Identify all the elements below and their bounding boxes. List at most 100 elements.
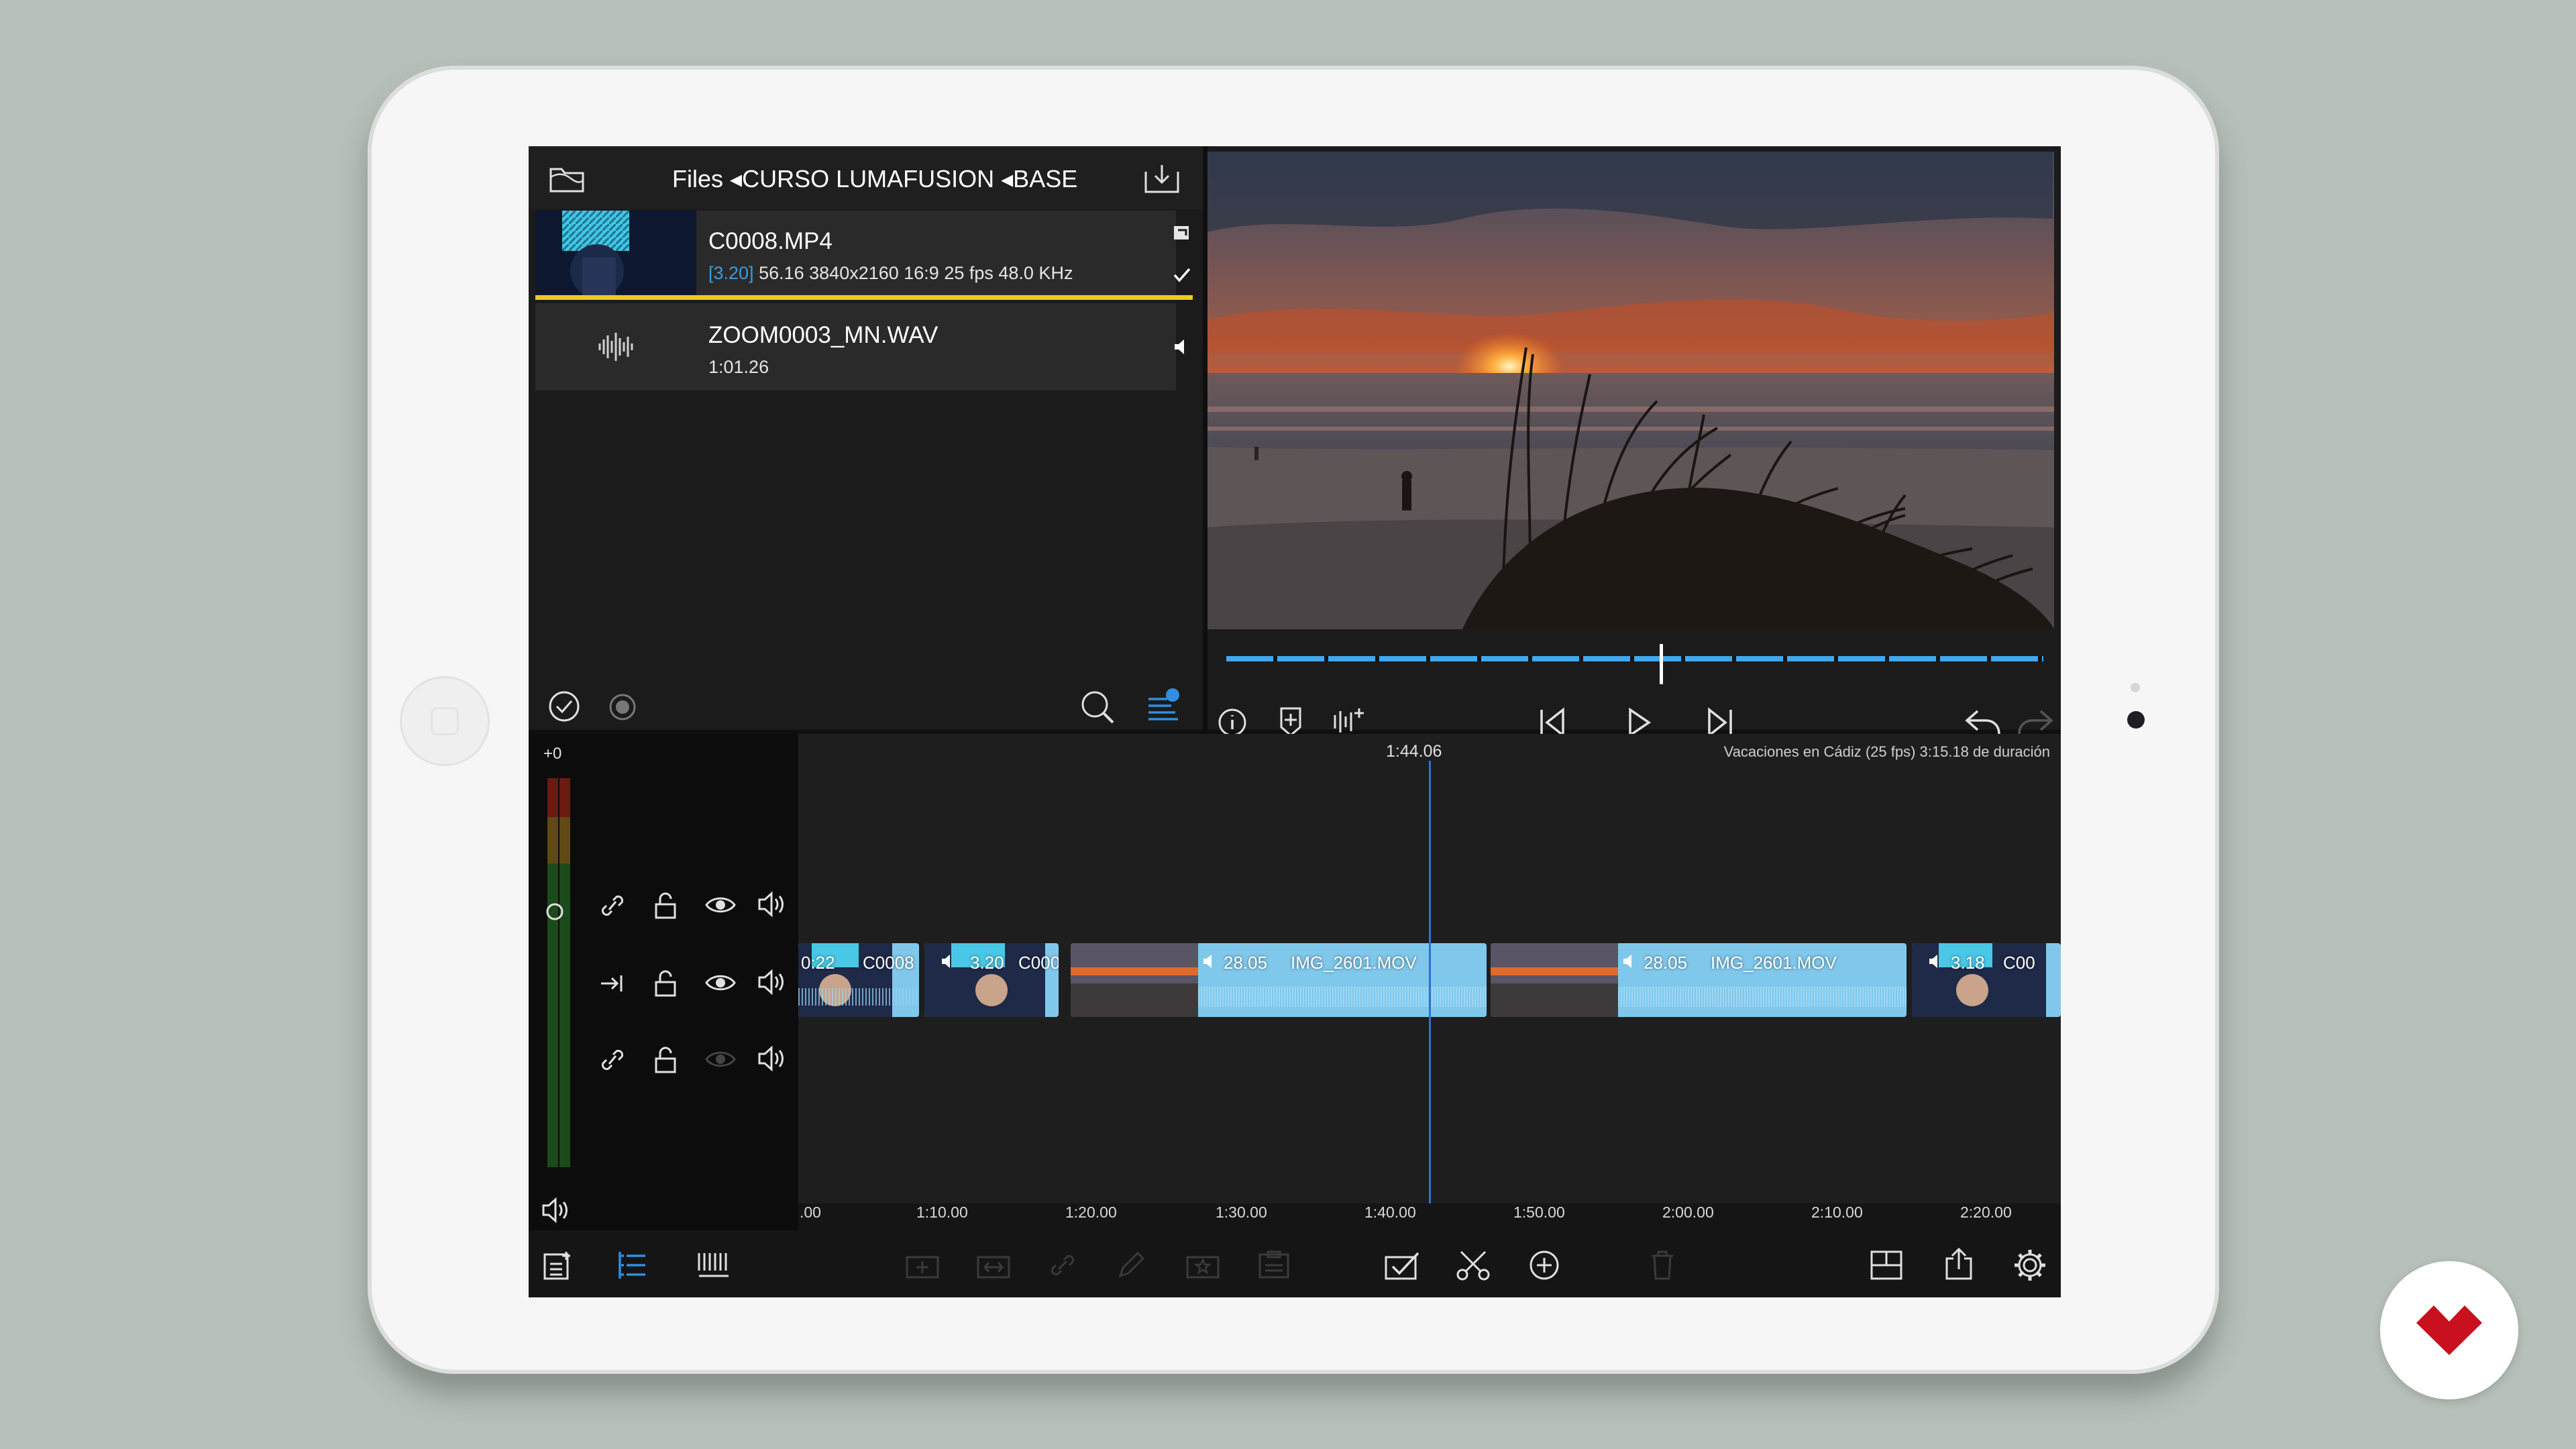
clip-name: C000: [1018, 953, 1059, 973]
audio-waveform: [798, 988, 919, 1006]
clip-name: IMG_2601.MOV: [1711, 953, 1837, 973]
ruler-label: 1:20.00: [1065, 1203, 1117, 1221]
track-volume-icon[interactable]: [757, 1045, 786, 1072]
timeline: +0 Vacaciones en Cádiz (25 fps) 3:15.18 …: [529, 734, 2061, 1230]
bottom-toolbar: [529, 1230, 2061, 1297]
clip-meta-text: 56.16 3840x2160 16:9 25 fps 48.0 KHz: [759, 263, 1073, 283]
clip-audio-icon: [1623, 955, 1631, 968]
preview-toolbar: [1208, 644, 2061, 738]
visibility-icon[interactable]: [704, 971, 737, 994]
ruler-label: 2:20.00: [1960, 1203, 2012, 1221]
clip-meta: [3.20] 56.16 3840x2160 16:9 25 fps 48.0 …: [708, 263, 1073, 284]
clip-name: C00: [2003, 953, 2035, 973]
speaker-icon: [1175, 339, 1184, 354]
timeline-area[interactable]: Vacaciones en Cádiz (25 fps) 3:15.18 de …: [798, 734, 2061, 1230]
time-ruler[interactable]: .00 1:10.00 1:20.00 1:30.00 1:40.00 1:50…: [798, 1203, 2061, 1230]
preview-panel: [1208, 146, 2061, 738]
clip-audio-icon: [1929, 955, 1937, 968]
brand-logo-badge: [2380, 1261, 2518, 1399]
selection-indicator: [535, 295, 1193, 300]
layout-icon[interactable]: [1869, 1249, 1904, 1281]
track-volume-icon[interactable]: [757, 891, 786, 918]
clip-time: 28.05: [1644, 953, 1688, 973]
ipad-camera: [2127, 711, 2145, 729]
select-mode-icon[interactable]: [1383, 1250, 1422, 1281]
record-icon[interactable]: [608, 692, 637, 722]
lock-icon[interactable]: [653, 891, 678, 920]
visibility-icon[interactable]: [704, 894, 737, 916]
lock-icon[interactable]: [653, 1045, 678, 1075]
master-volume-icon[interactable]: [541, 1197, 570, 1224]
playhead-time: 1:44.06: [1386, 742, 1442, 761]
search-icon[interactable]: [1080, 690, 1118, 724]
clip-used-icon: [1174, 226, 1189, 239]
sort-options-icon[interactable]: [1146, 687, 1181, 723]
level-knob-icon[interactable]: [545, 902, 565, 922]
ipad-sensor: [2131, 683, 2140, 692]
add-track-icon[interactable]: [542, 1249, 574, 1281]
lock-icon[interactable]: [653, 969, 678, 998]
timeline-zoom-icon[interactable]: [696, 1250, 731, 1281]
ruler-label: 2:00.00: [1662, 1203, 1714, 1221]
clip-audio-icon: [1203, 955, 1212, 968]
folder-icon[interactable]: [549, 165, 585, 193]
video-preview: [1208, 152, 2054, 629]
clip-time: 3.18: [1951, 953, 1985, 973]
timeline-clip[interactable]: 3.18 C00: [1912, 943, 2061, 1017]
delete-trash-icon: [1652, 1250, 1673, 1280]
clip-name: ZOOM0003_MN.WAV: [708, 322, 938, 348]
clip-time: 0:22: [801, 953, 835, 973]
scrub-bar[interactable]: [1226, 656, 2043, 661]
main-track-icon[interactable]: [598, 971, 627, 996]
undo-icon[interactable]: [1964, 707, 2002, 737]
share-export-icon[interactable]: [1944, 1246, 1974, 1281]
playhead[interactable]: [1429, 761, 1431, 1203]
link-icon[interactable]: [598, 1046, 627, 1073]
clip-meta-tag: [3.20]: [708, 263, 754, 283]
home-button[interactable]: [400, 676, 490, 766]
settings-gear-icon[interactable]: [2012, 1248, 2047, 1283]
clip-name: C0008: [863, 953, 914, 973]
clip-thumbnail: [1071, 943, 1198, 1017]
link-icon[interactable]: [598, 892, 627, 919]
audio-meter-label: +0: [543, 745, 562, 763]
clip-name: C0008.MP4: [708, 228, 833, 254]
edit-pencil-icon: [1118, 1251, 1145, 1278]
favorite-clip-icon: [1186, 1256, 1220, 1279]
ruler-label: 1:40.00: [1364, 1203, 1416, 1221]
redo-icon[interactable]: [2017, 707, 2054, 737]
track-volume-icon[interactable]: [757, 969, 786, 996]
clip-audio-icon: [942, 955, 950, 968]
insert-clip-icon: [906, 1256, 939, 1279]
voiceover-icon[interactable]: [1332, 706, 1366, 738]
timeline-clip[interactable]: 28.05 IMG_2601.MOV: [1491, 943, 1907, 1017]
select-check-icon[interactable]: [547, 690, 581, 723]
add-marker-icon[interactable]: [1277, 706, 1304, 738]
library-clip-zoom0003[interactable]: ZOOM0003_MN.WAV 1:01.26: [535, 303, 1176, 390]
breadcrumb[interactable]: Files ◂CURSO LUMAFUSION ◂BASE: [672, 165, 1077, 193]
audio-waveform-icon: [598, 333, 633, 361]
checkmark-icon: [1173, 268, 1191, 282]
timeline-clip[interactable]: 28.05 IMG_2601.MOV: [1071, 943, 1487, 1017]
add-icon[interactable]: [1528, 1249, 1560, 1281]
timeline-clip[interactable]: 0:22 C0008: [798, 943, 919, 1017]
library-clip-c0008[interactable]: C0008.MP4 [3.20] 56.16 3840x2160 16:9 25…: [535, 211, 1176, 295]
audio-waveform: [1198, 987, 1487, 1007]
clip-time: 28.05: [1224, 953, 1268, 973]
clip-time: 3.20: [970, 953, 1004, 973]
audio-meter-left: [547, 778, 558, 1167]
link-clip-icon: [1051, 1254, 1075, 1276]
visibility-icon-disabled: [705, 1051, 736, 1067]
timeline-clip[interactable]: 3.20 C000: [924, 943, 1059, 1017]
split-scissors-icon[interactable]: [1456, 1249, 1491, 1281]
media-library: Files ◂CURSO LUMAFUSION ◂BASE C0008.MP4 …: [529, 146, 1203, 730]
clipboard-icon: [1258, 1250, 1289, 1279]
scrub-playhead[interactable]: [1659, 644, 1663, 684]
track-list-icon[interactable]: [617, 1249, 648, 1281]
ruler-label: 1:10.00: [916, 1203, 968, 1221]
lumafusion-screen: Files ◂CURSO LUMAFUSION ◂BASE C0008.MP4 …: [529, 146, 2061, 1297]
audio-waveform: [1618, 987, 1907, 1007]
clip-thumbnail: [535, 211, 696, 295]
import-icon[interactable]: [1143, 164, 1181, 195]
overwrite-clip-icon: [977, 1256, 1010, 1279]
